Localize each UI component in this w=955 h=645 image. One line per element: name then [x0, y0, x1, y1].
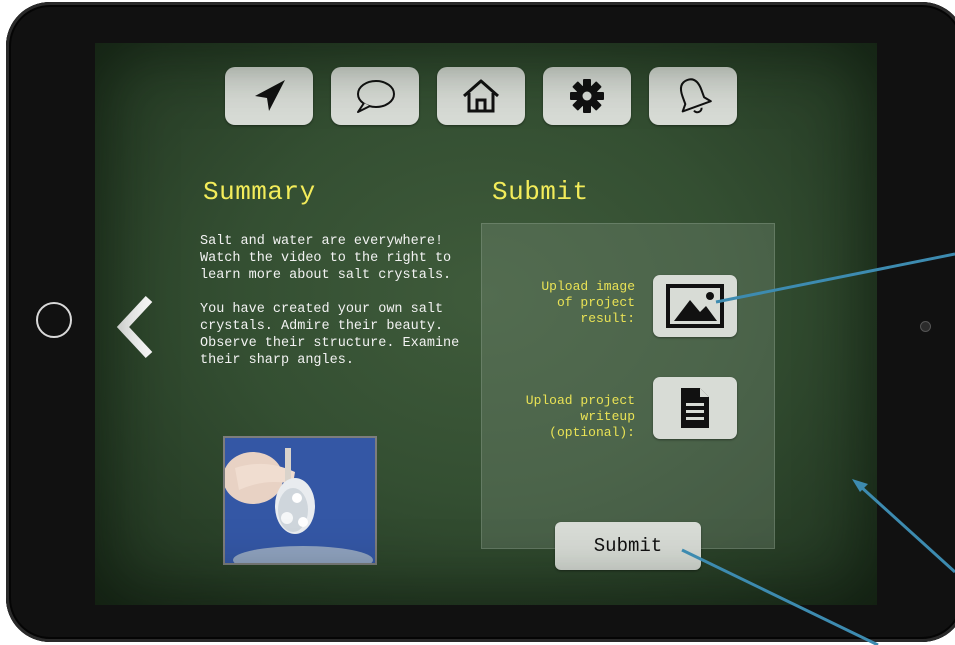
- app-screen: Summary Salt and water are everywhere! W…: [95, 43, 877, 605]
- back-chevron-icon[interactable]: [113, 293, 157, 361]
- upload-writeup-button[interactable]: [653, 377, 737, 439]
- gear-icon: [570, 79, 604, 113]
- nav-home-button[interactable]: [437, 67, 525, 125]
- bell-icon: [680, 78, 712, 114]
- upload-image-button[interactable]: [653, 275, 737, 337]
- nav-notifications-button[interactable]: [649, 67, 737, 125]
- summary-heading: Summary: [203, 177, 316, 207]
- submit-button[interactable]: Submit: [555, 522, 701, 570]
- camera: [920, 321, 931, 332]
- chat-bubble-icon: [357, 80, 395, 113]
- home-icon: [463, 79, 499, 113]
- home-hardware-button[interactable]: [36, 302, 72, 338]
- upload-writeup-label: Upload project writeup (optional):: [525, 393, 635, 440]
- upload-image-label: Upload image of project result:: [541, 279, 635, 326]
- nav-navigate-button[interactable]: [225, 67, 313, 125]
- summary-text: Salt and water are everywhere! Watch the…: [200, 234, 460, 368]
- submit-heading: Submit: [492, 177, 589, 207]
- nav-settings-button[interactable]: [543, 67, 631, 125]
- nav-chat-button[interactable]: [331, 67, 419, 125]
- document-icon: [681, 388, 709, 428]
- navigate-arrow-icon: [255, 80, 285, 111]
- image-icon: [666, 284, 724, 328]
- salt-crystal-photo: [223, 436, 377, 565]
